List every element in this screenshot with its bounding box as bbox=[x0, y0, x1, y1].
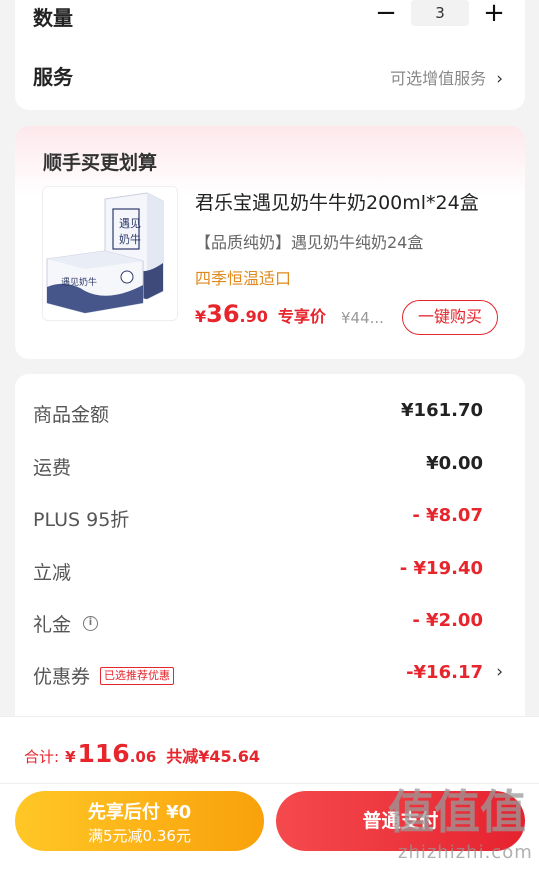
service-label: 服务 bbox=[33, 65, 73, 89]
summary-label: PLUS 95折 bbox=[33, 509, 130, 531]
summary-row-subtotal: 商品金额 ¥161.70 bbox=[33, 400, 503, 430]
product-tag: 四季恒温适口 bbox=[195, 269, 292, 288]
summary-row-coupon[interactable]: 优惠券 已选推荐优惠 -¥16.17 › bbox=[33, 662, 503, 692]
product-image-label: 遇见奶牛 bbox=[61, 276, 97, 288]
decrease-button[interactable]: − bbox=[373, 0, 399, 26]
price-summary-card: 商品金额 ¥161.70 运费 ¥0.00 PLUS 95折 - ¥8.07 立… bbox=[15, 374, 525, 734]
total-symbol: ¥ bbox=[65, 748, 76, 766]
svg-text:奶牛: 奶牛 bbox=[119, 232, 141, 246]
total-label: 合计: bbox=[24, 748, 60, 766]
service-selector[interactable]: 可选增值服务 › bbox=[390, 65, 503, 89]
summary-value: ¥0.00 bbox=[426, 453, 483, 474]
service-value: 可选增值服务 bbox=[390, 69, 487, 88]
summary-row-instant-discount: 立减 - ¥19.40 bbox=[33, 558, 503, 588]
price-label: 专享价 bbox=[277, 307, 326, 326]
product-name[interactable]: 君乐宝遇见奶牛牛奶200ml*24盒 bbox=[195, 188, 479, 215]
pay-later-title: 先享后付 ¥0 bbox=[87, 802, 192, 823]
watermark-logo: 值值值 bbox=[388, 785, 526, 836]
addon-title: 顺手买更划算 bbox=[43, 152, 158, 174]
increase-button[interactable]: + bbox=[481, 0, 507, 26]
summary-value: - ¥19.40 bbox=[399, 558, 483, 579]
summary-row-plus-discount: PLUS 95折 - ¥8.07 bbox=[33, 505, 503, 535]
summary-value: -¥16.17 bbox=[406, 662, 483, 683]
price-decimal: .90 bbox=[239, 307, 268, 326]
summary-label: 优惠券 bbox=[33, 666, 91, 688]
info-icon[interactable]: i bbox=[83, 616, 99, 631]
summary-value: - ¥2.00 bbox=[412, 610, 483, 631]
svg-text:遇见: 遇见 bbox=[119, 217, 141, 230]
summary-row-shipping: 运费 ¥0.00 bbox=[33, 453, 503, 483]
watermark-logo-text: 值值值 bbox=[388, 785, 526, 836]
one-click-buy-button[interactable]: 一键购买 bbox=[402, 300, 498, 335]
quantity-input[interactable]: 3 bbox=[411, 0, 469, 26]
summary-label: 立减 bbox=[33, 562, 72, 584]
product-price: ¥ 36 .90 专享价 bbox=[195, 300, 326, 328]
summary-label: 礼金 bbox=[33, 614, 72, 636]
summary-label: 商品金额 bbox=[33, 404, 110, 426]
coupon-badge: 已选推荐优惠 bbox=[100, 666, 175, 685]
watermark-text: zhizhizhi.com bbox=[398, 842, 533, 863]
price-symbol: ¥ bbox=[195, 307, 207, 326]
quantity-label: 数量 bbox=[33, 6, 73, 30]
pay-later-subtitle: 满5元减0.36元 bbox=[88, 827, 191, 845]
total-decimal: .06 bbox=[129, 748, 157, 766]
total-line: 合计: ¥ 116 .06 共减¥45.64 bbox=[24, 739, 260, 768]
chevron-right-icon: › bbox=[496, 69, 503, 89]
summary-row-gift-credit: 礼金 i - ¥2.00 bbox=[33, 610, 503, 640]
summary-value: ¥161.70 bbox=[401, 400, 483, 421]
pay-later-button[interactable]: 先享后付 ¥0 满5元减0.36元 bbox=[15, 791, 264, 851]
price-integer: 36 bbox=[206, 300, 240, 328]
quantity-service-card: 数量 − 3 + 服务 可选增值服务 › bbox=[15, 0, 525, 110]
product-subtitle: 【品质纯奶】遇见奶牛纯奶24盒 bbox=[195, 233, 424, 252]
product-image[interactable]: 遇见 奶牛 遇见奶牛 bbox=[42, 186, 178, 321]
total-integer: 116 bbox=[77, 739, 130, 768]
summary-label: 运费 bbox=[33, 457, 72, 479]
addon-card: 顺手买更划算 遇见 奶牛 遇见奶牛 君乐宝遇见奶牛牛奶200ml*24盒 【品质… bbox=[15, 126, 525, 359]
chevron-right-icon: › bbox=[496, 662, 503, 682]
original-price: ¥44... bbox=[341, 309, 384, 327]
total-saved: 共减¥45.64 bbox=[166, 747, 261, 766]
quantity-stepper: − 3 + bbox=[373, 0, 507, 26]
summary-value: - ¥8.07 bbox=[412, 505, 483, 526]
